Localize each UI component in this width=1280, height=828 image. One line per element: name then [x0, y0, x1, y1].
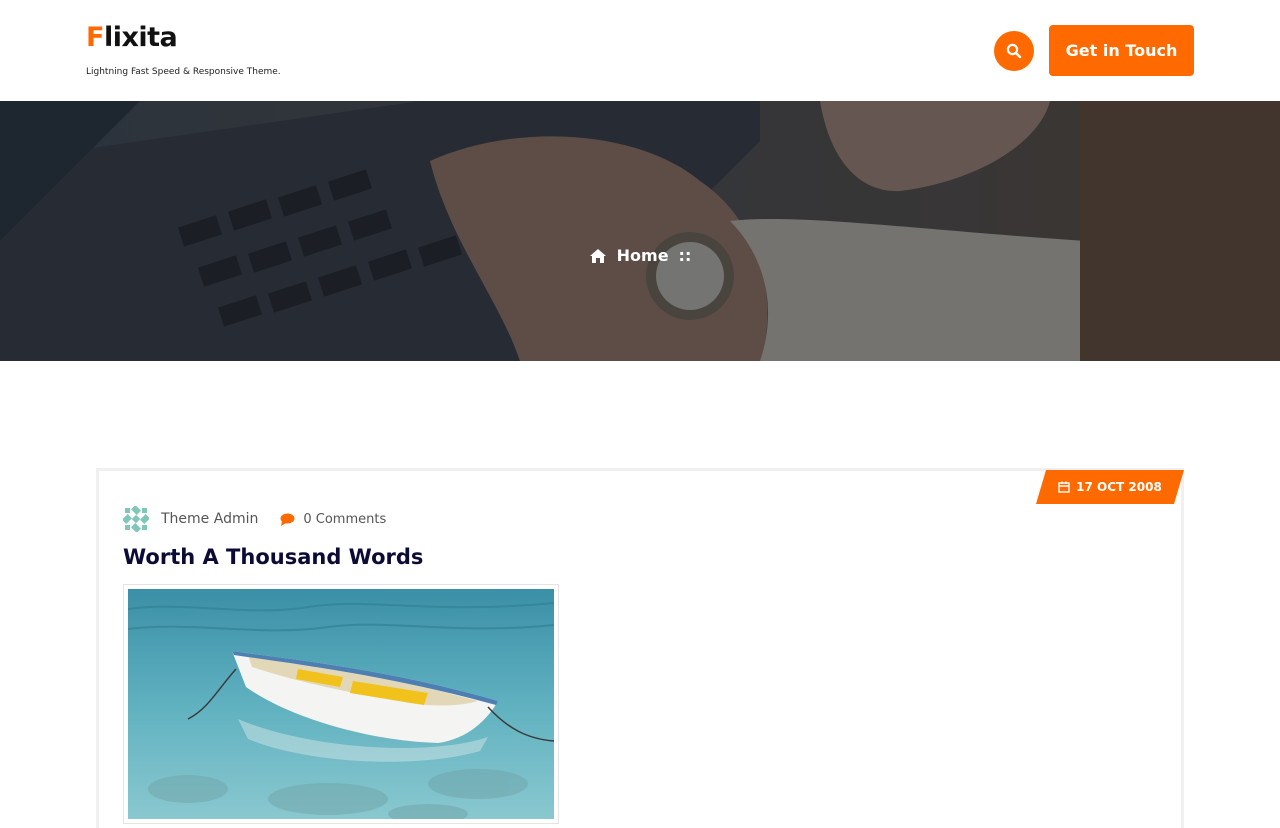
- breadcrumb-home-label: Home: [616, 246, 669, 265]
- boat-image: [128, 589, 554, 819]
- hero-overlay: [0, 101, 1280, 361]
- breadcrumb-home-link[interactable]: Home: [589, 246, 669, 265]
- comment-icon: [280, 513, 295, 526]
- author-avatar: [123, 506, 149, 532]
- site-header: Flixita Lightning Fast Speed & Responsiv…: [0, 0, 1280, 101]
- post-date-badge: 17 OCT 2008: [1036, 470, 1184, 504]
- site-tagline: Lightning Fast Speed & Responsive Theme.: [86, 67, 281, 77]
- post-title[interactable]: Worth A Thousand Words: [123, 545, 423, 569]
- logo-first-letter: F: [86, 22, 104, 53]
- logo-rest: lixita: [103, 22, 178, 53]
- post-meta: Theme Admin 0 Comments: [123, 505, 386, 533]
- post-card: 17 OCT 2008 Theme Admin 0 Comments Worth…: [96, 468, 1184, 828]
- breadcrumb-separator: ::: [678, 246, 692, 265]
- get-in-touch-button[interactable]: Get in Touch: [1049, 25, 1194, 76]
- post-comments-link[interactable]: 0 Comments: [280, 512, 386, 527]
- post-author[interactable]: Theme Admin: [161, 511, 258, 527]
- search-button[interactable]: [994, 31, 1034, 71]
- breadcrumb: Home ::: [0, 246, 1280, 265]
- home-icon: [589, 248, 606, 263]
- post-thumbnail[interactable]: [123, 584, 559, 824]
- post-comments-count: 0 Comments: [303, 511, 387, 527]
- search-icon: [1006, 43, 1022, 59]
- site-logo[interactable]: Flixita: [86, 22, 178, 53]
- calendar-icon: [1058, 481, 1070, 493]
- post-date: 17 OCT 2008: [1076, 480, 1162, 494]
- hero-banner: Home ::: [0, 101, 1280, 361]
